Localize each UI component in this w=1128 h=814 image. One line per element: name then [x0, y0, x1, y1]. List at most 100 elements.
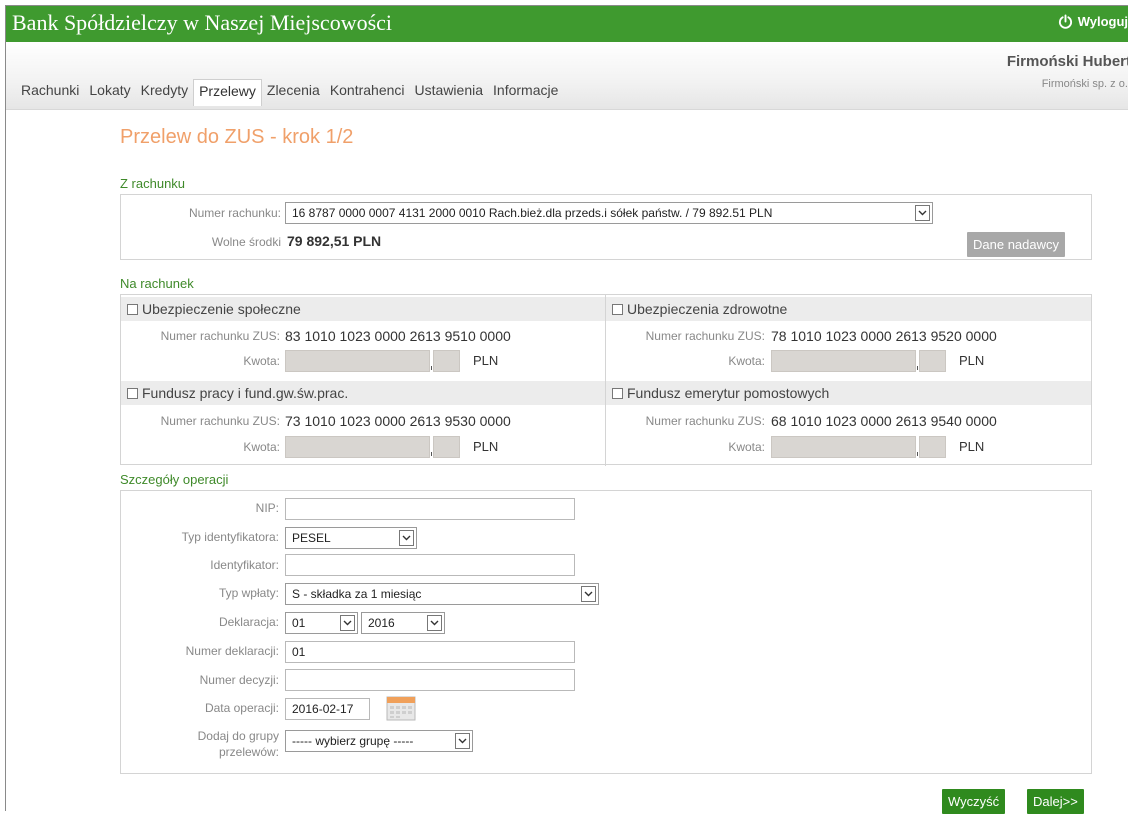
transfer-group-select[interactable]: ----- wybierz grupę ----- — [285, 730, 473, 752]
zus-health-amount-cents-input[interactable] — [919, 350, 946, 372]
zus-bridging-pension-account: 68 1010 1023 0000 2613 9540 0000 — [771, 413, 997, 429]
zus-social-account-label: Numer rachunku ZUS: — [160, 329, 280, 343]
chevron-down-icon — [581, 586, 596, 602]
zus-health-checkbox[interactable] — [612, 304, 623, 315]
declaration-number-input[interactable]: 01 — [285, 641, 575, 663]
identifier-label: Identyfikator: — [210, 558, 279, 572]
chevron-down-icon — [455, 733, 470, 749]
zus-bridging-pension-amount-input[interactable] — [771, 436, 916, 458]
chevron-down-icon — [399, 530, 414, 546]
zus-bridging-pension-amount-label: Kwota: — [728, 440, 765, 454]
section-title-details: Szczegóły operacji — [120, 472, 229, 487]
decimal-separator — [917, 452, 918, 456]
nav-item-zlecenia[interactable]: Zlecenia — [262, 79, 325, 106]
nav-item-rachunki[interactable]: Rachunki — [16, 79, 84, 106]
date-label: Data operacji: — [204, 701, 279, 715]
id-type-value: PESEL — [292, 531, 331, 545]
bank-name: Bank Spółdzielczy w Naszej Miejscowości — [12, 10, 393, 35]
zus-labor-fund-header[interactable]: Fundusz pracy i fund.gw.św.prac. — [121, 381, 605, 405]
zus-social-currency: PLN — [473, 353, 499, 368]
top-bar: Bank Spółdzielczy w Naszej Miejscowości … — [6, 6, 1128, 42]
chevron-down-icon — [915, 205, 930, 221]
nav-item-kredyty[interactable]: Kredyty — [136, 79, 193, 106]
nav-item-kontrahenci[interactable]: Kontrahenci — [325, 79, 410, 106]
power-icon — [1058, 14, 1073, 29]
user-name: Firmoński Hubert — [1006, 53, 1128, 70]
chevron-down-icon — [340, 615, 355, 631]
group-label-line2: przelewów: — [218, 745, 279, 759]
group-label: Dodaj do grupy przelewów: — [121, 728, 279, 760]
zus-health-currency: PLN — [959, 353, 985, 368]
payment-type-select[interactable]: S - składka za 1 miesiąc — [285, 583, 599, 605]
company-name: Firmoński sp. z o.o — [1041, 78, 1128, 90]
identifier-input[interactable] — [285, 554, 575, 576]
id-type-label: Typ identyfikatora: — [181, 530, 279, 544]
group-label-line1: Dodaj do grupy — [197, 729, 279, 743]
zus-bridging-pension-header[interactable]: Fundusz emerytur pomostowych — [606, 381, 1091, 405]
account-select[interactable]: 16 8787 0000 0007 4131 2000 0010 Rach.bi… — [285, 202, 933, 224]
details-box: NIP: Typ identyfikatora: PESEL Identyfik… — [120, 490, 1092, 774]
calendar-icon[interactable] — [386, 694, 416, 724]
next-button[interactable]: Dalej>> — [1027, 789, 1084, 814]
zus-health-account-label: Numer rachunku ZUS: — [645, 329, 765, 343]
zus-labor-fund-account: 73 1010 1023 0000 2613 9530 0000 — [285, 413, 511, 429]
main-nav: Rachunki Lokaty Kredyty Przelewy Zleceni… — [16, 79, 563, 106]
declaration-month-select[interactable]: 01 — [285, 612, 358, 634]
funds-label: Wolne środki — [211, 235, 281, 249]
zus-social-account: 83 1010 1023 0000 2613 9510 0000 — [285, 328, 511, 344]
to-account-box: Ubezpieczenie społeczne Numer rachunku Z… — [120, 294, 1092, 466]
zus-social-amount-input[interactable] — [285, 350, 430, 372]
zus-labor-fund-amount-label: Kwota: — [243, 440, 280, 454]
decision-number-input[interactable] — [285, 669, 575, 691]
nip-input[interactable] — [285, 498, 575, 520]
account-label: Numer rachunku: — [188, 206, 281, 220]
decimal-separator — [431, 366, 432, 370]
nav-item-ustawienia[interactable]: Ustawienia — [410, 79, 488, 106]
decimal-separator — [917, 366, 918, 370]
id-type-select[interactable]: PESEL — [285, 527, 417, 549]
decimal-separator — [431, 452, 432, 456]
zus-labor-fund-amount-input[interactable] — [285, 436, 430, 458]
zus-labor-fund-checkbox[interactable] — [127, 388, 138, 399]
zus-labor-fund-account-label: Numer rachunku ZUS: — [160, 414, 280, 428]
transfer-group-value: ----- wybierz grupę ----- — [292, 734, 414, 748]
from-account-box: Numer rachunku: 16 8787 0000 0007 4131 2… — [120, 194, 1092, 260]
zus-health-header[interactable]: Ubezpieczenia zdrowotne — [606, 297, 1091, 321]
zus-labor-fund-title: Fundusz pracy i fund.gw.św.prac. — [142, 385, 349, 401]
zus-labor-fund-currency: PLN — [473, 439, 499, 454]
zus-social-checkbox[interactable] — [127, 304, 138, 315]
section-title-from: Z rachunku — [120, 176, 186, 191]
funds-value: 79 892,51 PLN — [287, 233, 382, 249]
zus-health-amount-input[interactable] — [771, 350, 916, 372]
zus-bridging-pension-currency: PLN — [959, 439, 985, 454]
zus-bridging-pension-checkbox[interactable] — [612, 388, 623, 399]
payment-type-label: Typ wpłaty: — [218, 586, 279, 600]
payment-type-value: S - składka za 1 miesiąc — [292, 587, 422, 601]
zus-social-header[interactable]: Ubezpieczenie społeczne — [121, 297, 605, 321]
declaration-label: Deklaracja: — [218, 615, 279, 629]
zus-labor-fund-amount-cents-input[interactable] — [433, 436, 460, 458]
chevron-down-icon — [427, 615, 442, 631]
clear-button[interactable]: Wyczyść — [942, 789, 1006, 814]
zus-bridging-pension-title: Fundusz emerytur pomostowych — [627, 385, 830, 401]
declaration-year-value: 2016 — [368, 616, 395, 630]
zus-social-amount-label: Kwota: — [243, 354, 280, 368]
zus-social-title: Ubezpieczenie społeczne — [142, 301, 301, 317]
sub-header: Firmoński Hubert Firmoński sp. z o.o Rac… — [6, 42, 1128, 110]
zus-bridging-pension-account-label: Numer rachunku ZUS: — [645, 414, 765, 428]
nav-item-lokaty[interactable]: Lokaty — [84, 79, 135, 106]
zus-health-amount-label: Kwota: — [728, 354, 765, 368]
nip-label: NIP: — [255, 501, 279, 515]
nav-item-przelewy[interactable]: Przelewy — [193, 79, 262, 106]
logout-button[interactable]: Wyloguj — [1058, 14, 1128, 29]
declaration-number-label: Numer deklaracji: — [185, 644, 279, 658]
nav-item-informacje[interactable]: Informacje — [488, 79, 563, 106]
zus-social-amount-cents-input[interactable] — [433, 350, 460, 372]
decision-number-label: Numer decyzji: — [199, 673, 279, 687]
section-title-to: Na rachunek — [120, 276, 194, 291]
zus-bridging-pension-amount-cents-input[interactable] — [919, 436, 946, 458]
declaration-year-select[interactable]: 2016 — [361, 612, 445, 634]
date-input[interactable]: 2016-02-17 — [285, 698, 370, 720]
page-title: Przelew do ZUS - krok 1/2 — [120, 126, 354, 148]
sender-data-button[interactable]: Dane nadawcy — [967, 232, 1065, 257]
